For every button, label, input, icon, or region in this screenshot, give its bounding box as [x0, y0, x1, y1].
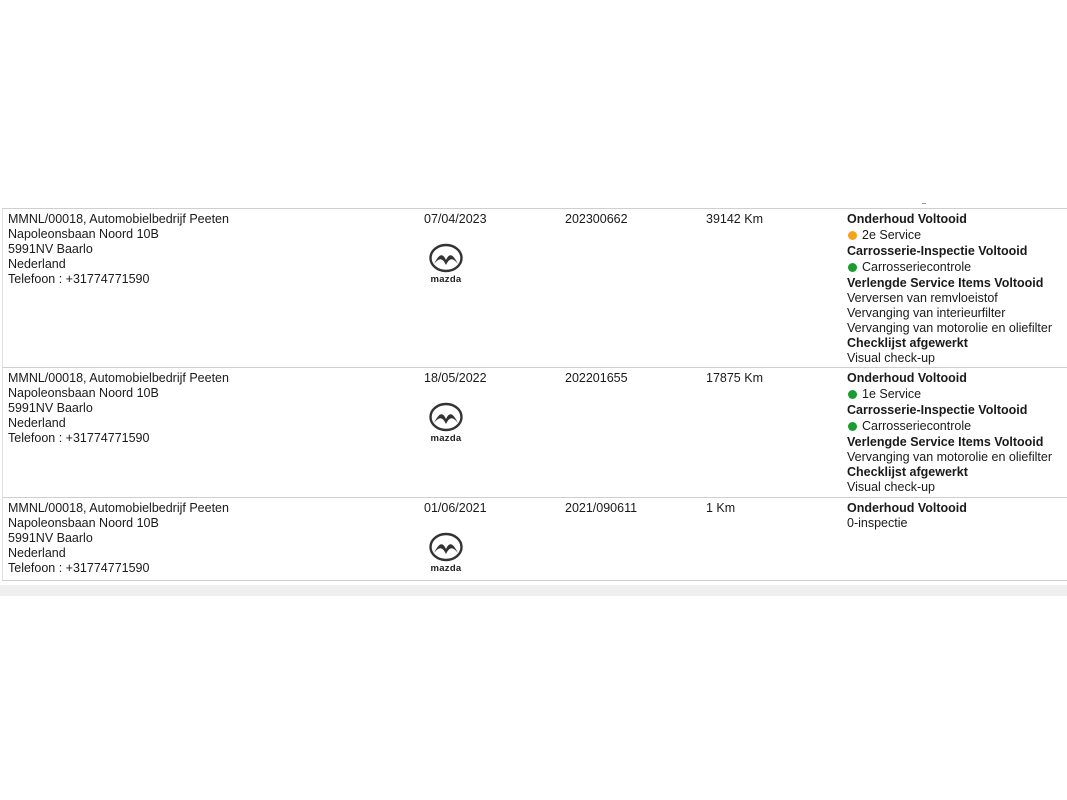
dealer-name: MMNL/00018, Automobielbedrijf Peeten [8, 212, 229, 226]
dealer-name: MMNL/00018, Automobielbedrijf Peeten [8, 371, 229, 385]
status-item-label: 2e Service [862, 228, 922, 242]
status-heading: Carrosserie-Inspectie Voltooid [847, 403, 1028, 417]
mileage: 1 Km [706, 501, 736, 515]
status-item-label: 1e Service [862, 387, 922, 401]
status-item-label: 0-inspectie [847, 516, 908, 530]
status-item: Carrosseriecontrole [847, 259, 1052, 276]
dealer-phone: Telefoon : +31774771590 [8, 561, 150, 575]
status-item-label: Visual check-up [847, 480, 936, 494]
order-number: 202201655 [565, 371, 628, 385]
dealer-name: MMNL/00018, Automobielbedrijf Peeten [8, 501, 229, 515]
status-heading: Checklijst afgewerkt [847, 336, 968, 350]
status-dot-green-icon [848, 390, 857, 399]
mazda-logo-icon: mazda [423, 532, 469, 574]
status-heading: Checklijst afgewerkt [847, 465, 968, 479]
service-date: 07/04/2023 [424, 212, 487, 226]
service-history-table: MMNL/00018, Automobielbedrijf Peeten Nap… [2, 208, 1067, 581]
dealer-country: Nederland [8, 257, 66, 271]
order-number: 2021/090611 [565, 501, 638, 515]
dealer-country: Nederland [8, 546, 66, 560]
status-cell: Onderhoud Voltooid 0-inspectie [847, 501, 967, 531]
service-date: 18/05/2022 [424, 371, 487, 385]
dealer-street: Napoleonsbaan Noord 10B [8, 516, 159, 530]
status-item-label: Verversen van remvloeistof [847, 291, 998, 305]
mileage: 39142 Km [706, 212, 763, 226]
clipped-content-mark [922, 200, 926, 204]
status-item: 1e Service [847, 386, 1052, 403]
dealer-city: 5991NV Baarlo [8, 401, 93, 415]
status-item-label: Vervanging van motorolie en oliefilter [847, 321, 1052, 335]
status-dot-green-icon [848, 263, 857, 272]
status-item-label: Carrosseriecontrole [862, 260, 972, 274]
mazda-logo-icon: mazda [423, 402, 469, 444]
status-item-label: Vervanging van motorolie en oliefilter [847, 450, 1052, 464]
horizontal-scrollbar[interactable] [0, 585, 1067, 596]
dealer-phone: Telefoon : +31774771590 [8, 272, 150, 286]
mazda-logo-icon: mazda [423, 243, 469, 285]
status-cell: Onderhoud Voltooid 1e Service Carrosseri… [847, 371, 1052, 495]
service-date: 01/06/2021 [424, 501, 487, 515]
status-dot-orange-icon [848, 231, 857, 240]
status-item: Carrosseriecontrole [847, 418, 1052, 435]
dealer-city: 5991NV Baarlo [8, 531, 93, 545]
status-heading: Verlengde Service Items Voltooid [847, 435, 1044, 449]
status-item-label: Visual check-up [847, 351, 936, 365]
dealer-cell: MMNL/00018, Automobielbedrijf Peeten Nap… [8, 501, 229, 576]
dealer-cell: MMNL/00018, Automobielbedrijf Peeten Nap… [8, 371, 229, 446]
status-cell: Onderhoud Voltooid 2e Service Carrosseri… [847, 212, 1052, 366]
status-heading: Onderhoud Voltooid [847, 371, 967, 385]
table-row[interactable]: MMNL/00018, Automobielbedrijf Peeten Nap… [2, 209, 1067, 368]
status-heading: Verlengde Service Items Voltooid [847, 276, 1044, 290]
dealer-city: 5991NV Baarlo [8, 242, 93, 256]
status-heading: Onderhoud Voltooid [847, 212, 967, 226]
table-row[interactable]: MMNL/00018, Automobielbedrijf Peeten Nap… [2, 368, 1067, 498]
order-number: 202300662 [565, 212, 628, 226]
dealer-phone: Telefoon : +31774771590 [8, 431, 150, 445]
dealer-country: Nederland [8, 416, 66, 430]
status-item-label: Carrosseriecontrole [862, 419, 972, 433]
status-item-label: Vervanging van interieurfilter [847, 306, 1006, 320]
svg-text:mazda: mazda [430, 274, 461, 285]
status-dot-green-icon [848, 422, 857, 431]
service-history-view: MMNL/00018, Automobielbedrijf Peeten Nap… [0, 0, 1067, 800]
status-heading: Carrosserie-Inspectie Voltooid [847, 244, 1028, 258]
svg-text:mazda: mazda [430, 563, 461, 574]
status-heading: Onderhoud Voltooid [847, 501, 967, 515]
dealer-street: Napoleonsbaan Noord 10B [8, 386, 159, 400]
table-row[interactable]: MMNL/00018, Automobielbedrijf Peeten Nap… [2, 498, 1067, 581]
dealer-cell: MMNL/00018, Automobielbedrijf Peeten Nap… [8, 212, 229, 287]
dealer-street: Napoleonsbaan Noord 10B [8, 227, 159, 241]
status-item: 2e Service [847, 227, 1052, 244]
mileage: 17875 Km [706, 371, 763, 385]
svg-text:mazda: mazda [430, 433, 461, 444]
